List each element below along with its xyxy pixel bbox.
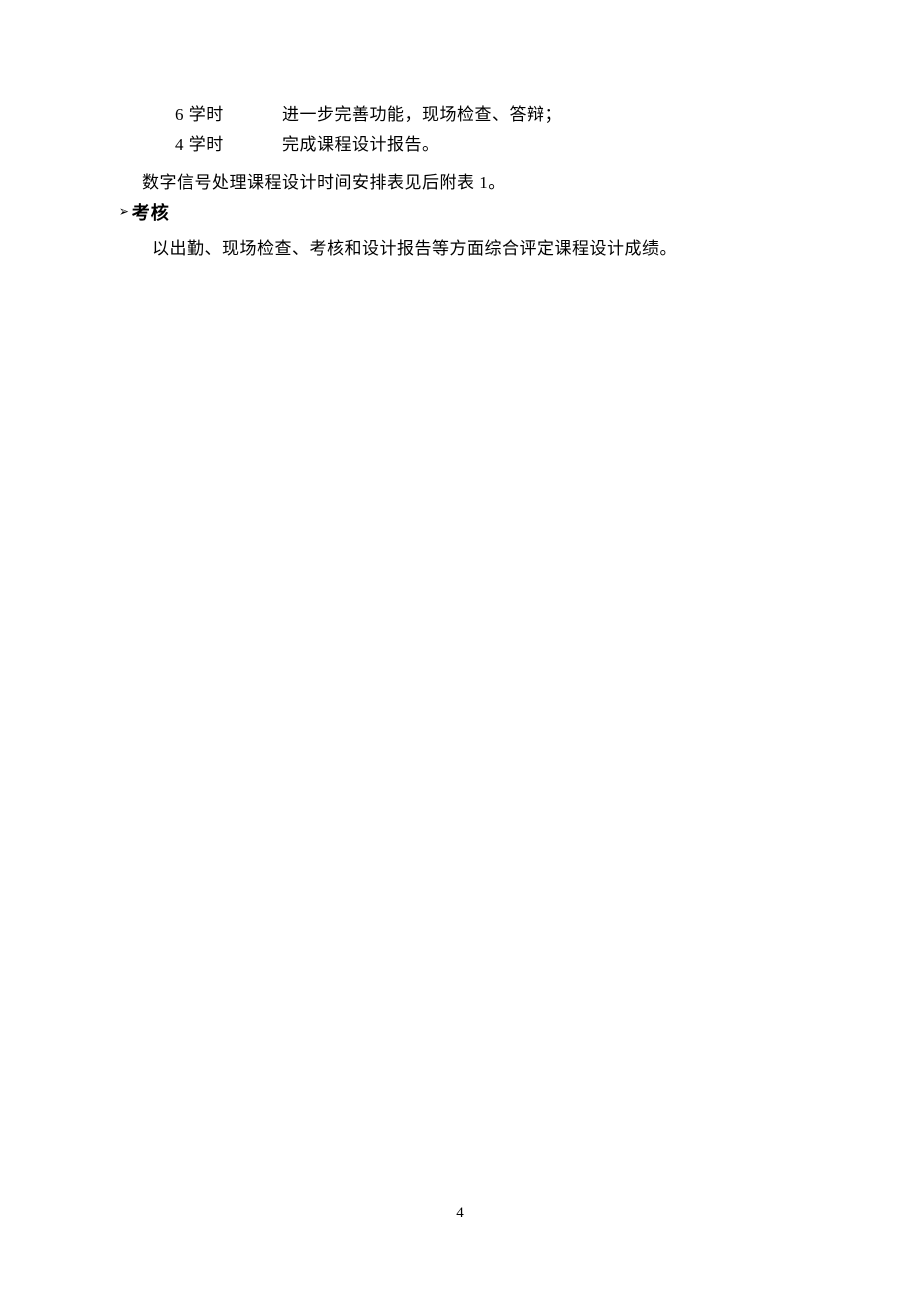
page-number: 4 bbox=[0, 1205, 920, 1222]
section-body: 以出勤、现场检查、考核和设计报告等方面综合评定课程设计成绩。 bbox=[152, 234, 802, 264]
hours-label: 4 学时 bbox=[175, 130, 282, 160]
page: 6 学时 进一步完善功能，现场检查、答辩； 4 学时 完成课程设计报告。 数字信… bbox=[0, 0, 920, 1302]
schedule-row: 6 学时 进一步完善功能，现场检查、答辩； bbox=[175, 100, 802, 130]
schedule-note: 数字信号处理课程设计时间安排表见后附表 1。 bbox=[142, 168, 802, 198]
section-heading-row: ➢ 考核 bbox=[118, 198, 802, 228]
hours-description: 完成课程设计报告。 bbox=[282, 130, 802, 160]
hours-label: 6 学时 bbox=[175, 100, 282, 130]
hours-description: 进一步完善功能，现场检查、答辩； bbox=[282, 100, 802, 130]
section-heading: 考核 bbox=[132, 198, 170, 228]
schedule-row: 4 学时 完成课程设计报告。 bbox=[175, 130, 802, 160]
bullet-arrow-icon: ➢ bbox=[119, 198, 129, 228]
